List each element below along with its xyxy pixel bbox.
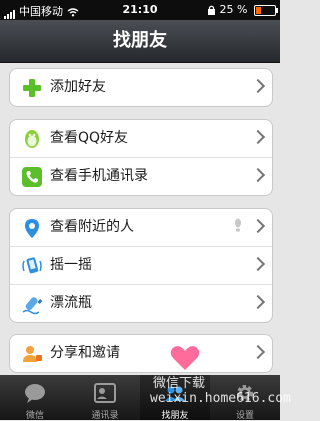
- group-discover: 查看附近的人 摇一摇 漂流瓶: [9, 208, 273, 323]
- chevron-right-icon: [250, 167, 266, 183]
- phone-contacts-icon: [21, 166, 43, 188]
- drift-bottle-row[interactable]: 漂流瓶: [10, 284, 272, 322]
- chevron-right-icon: [250, 294, 266, 310]
- qq-friends-label: 查看QQ好友: [50, 130, 129, 146]
- phone-contacts-label: 查看手机通讯录: [50, 168, 148, 184]
- group-import: 查看QQ好友 查看手机通讯录: [9, 119, 273, 196]
- share-invite-row[interactable]: 分享和邀请: [10, 335, 272, 372]
- tab-contacts-label: 通讯录: [91, 411, 119, 421]
- drift-bottle-icon: [21, 293, 43, 315]
- shake-row[interactable]: 摇一摇: [10, 246, 272, 284]
- group-add: 添加好友: [9, 68, 273, 107]
- chevron-right-icon: [250, 344, 266, 360]
- chevron-right-icon: [250, 256, 266, 272]
- phone-contacts-row[interactable]: 查看手机通讯录: [10, 157, 272, 195]
- chevron-right-icon: [250, 218, 266, 234]
- add-friend-label: 添加好友: [50, 79, 106, 95]
- status-bar: 中国移动 21:10 25 %: [0, 0, 280, 20]
- tab-find-friends-label: 找朋友: [161, 411, 189, 421]
- qq-friends-row[interactable]: 查看QQ好友: [10, 120, 272, 157]
- add-friend-row[interactable]: 添加好友: [10, 69, 272, 106]
- people-nearby-row[interactable]: 查看附近的人: [10, 209, 272, 246]
- chevron-right-icon: [250, 78, 266, 94]
- footprint-icon: [234, 218, 242, 236]
- lock-rotation-icon: [207, 3, 220, 16]
- plus-icon: [21, 77, 43, 99]
- tab-settings-label: 设置: [235, 411, 254, 421]
- qq-penguin-icon: [21, 128, 43, 150]
- contacts-card-icon: [94, 383, 116, 403]
- battery-percent: 25 %: [219, 3, 248, 16]
- drift-bottle-label: 漂流瓶: [50, 295, 92, 311]
- nav-bar: 找朋友: [0, 20, 280, 63]
- share-invite-icon: [21, 343, 43, 365]
- tab-chats-label: 微信: [25, 411, 44, 421]
- share-invite-label: 分享和邀请: [50, 345, 120, 361]
- watermark-url: weixin.home616.com: [150, 391, 291, 406]
- chat-bubble-icon: [25, 384, 45, 403]
- people-nearby-label: 查看附近的人: [50, 219, 134, 235]
- battery-area: 25 %: [207, 3, 278, 16]
- shake-label: 摇一摇: [50, 257, 92, 273]
- shake-icon: [21, 255, 43, 277]
- page-title: 找朋友: [113, 30, 167, 51]
- group-share: 分享和邀请: [9, 334, 273, 373]
- heart-icon: [170, 345, 200, 375]
- battery-icon: [254, 4, 278, 16]
- chevron-right-icon: [250, 129, 266, 145]
- location-pin-icon: [21, 217, 43, 239]
- watermark-title: 微信下载: [153, 376, 206, 391]
- tab-contacts[interactable]: 通讯录: [70, 375, 140, 421]
- tab-chats[interactable]: 微信: [0, 375, 70, 421]
